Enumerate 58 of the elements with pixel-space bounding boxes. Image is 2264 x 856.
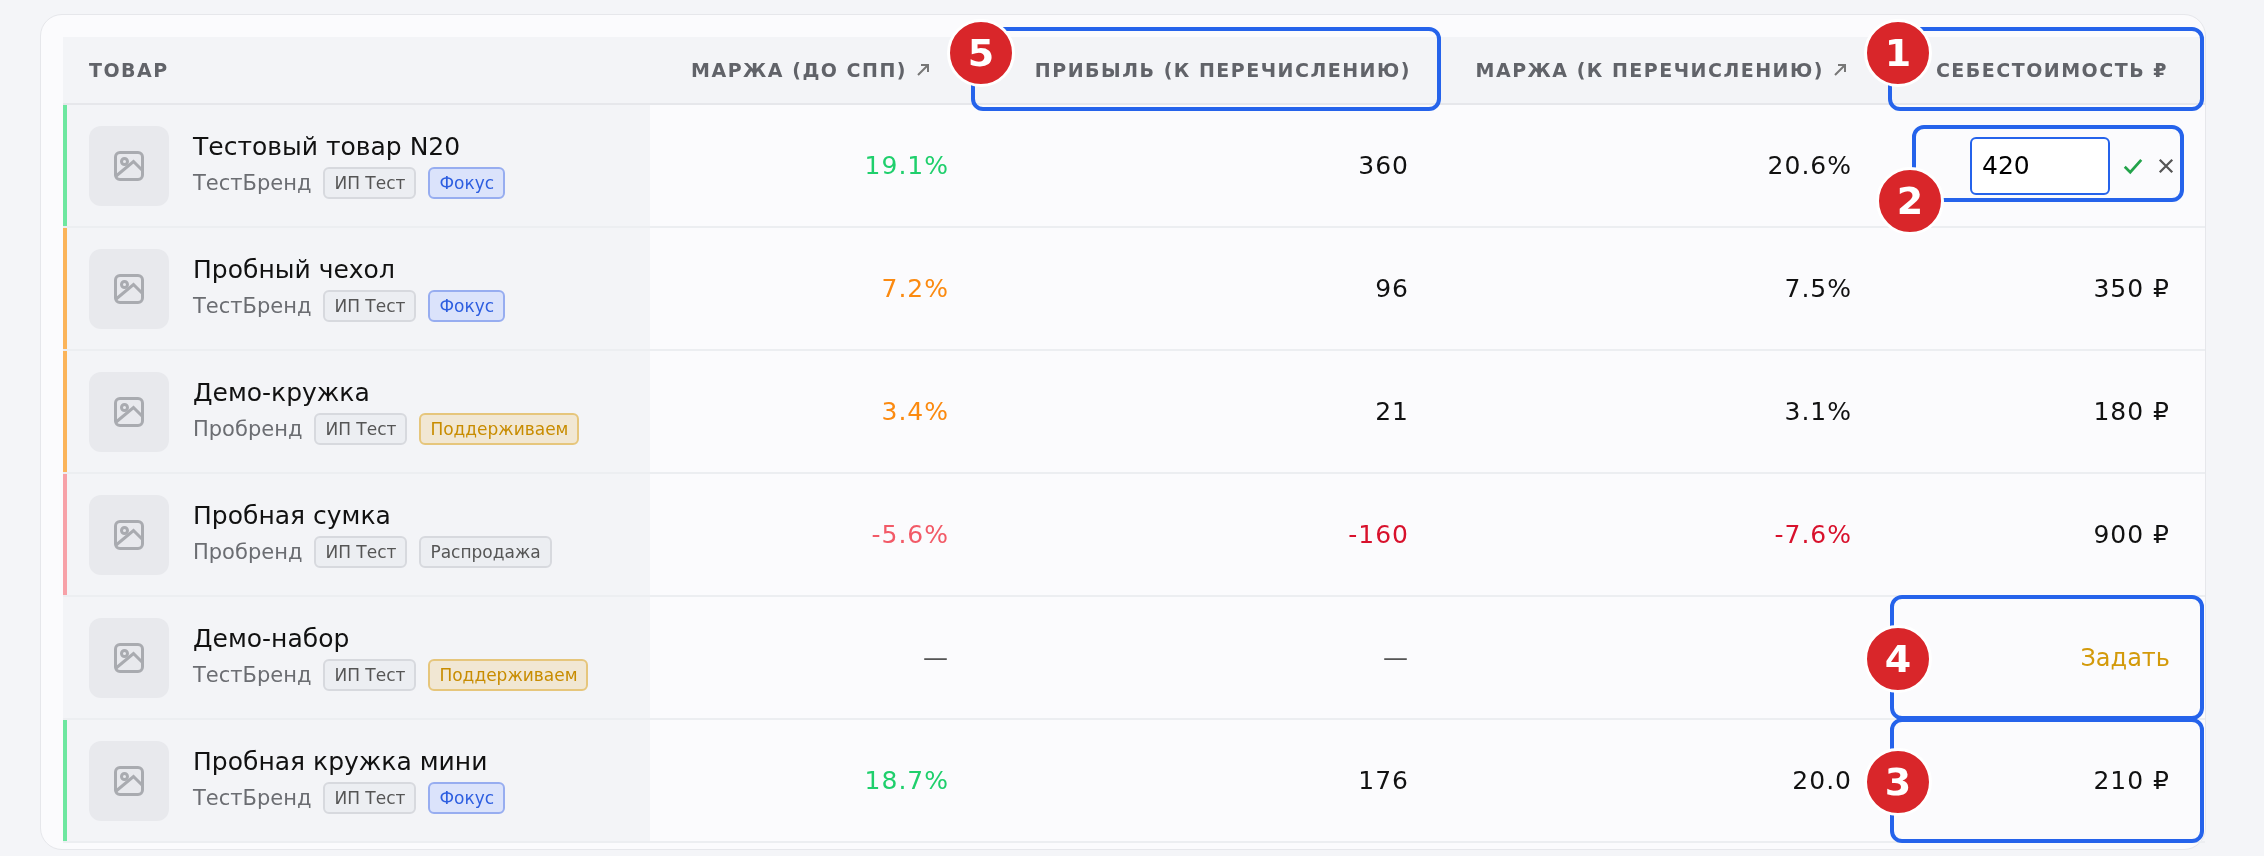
callout-badge: 2 xyxy=(1876,167,1944,235)
table-cell: 96 xyxy=(1375,274,1409,303)
tag: Распродажа xyxy=(419,536,552,568)
table-cell: 20.6% xyxy=(1767,151,1852,180)
brand-label: ТестБренд xyxy=(193,294,312,318)
table-cell: 7.2% xyxy=(881,274,949,303)
table-cell: 180 ₽ xyxy=(2093,397,2170,426)
table-cell: 900 ₽ xyxy=(2093,520,2170,549)
tag: ИП Тест xyxy=(323,659,417,691)
table-cell: 21 xyxy=(1375,397,1409,426)
product-name[interactable]: Пробная сумка xyxy=(193,501,552,530)
column-header[interactable]: ТОВАР xyxy=(89,59,169,81)
sort-icon[interactable] xyxy=(1832,62,1848,78)
table-cell: -160 xyxy=(1348,520,1409,549)
product-name[interactable]: Тестовый товар N20 xyxy=(193,132,506,161)
callout-badge: 3 xyxy=(1864,748,1932,816)
tag: ИП Тест xyxy=(323,167,417,199)
table-cell: 7.5% xyxy=(1784,274,1852,303)
table-cell: 3.1% xyxy=(1784,397,1852,426)
callout-badge: 4 xyxy=(1864,625,1932,693)
tag: ИП Тест xyxy=(323,782,417,814)
product-name[interactable]: Пробная кружка мини xyxy=(193,747,506,776)
table-cell: 360 xyxy=(1358,151,1409,180)
callout-badge: 5 xyxy=(947,19,1015,87)
tag: ИП Тест xyxy=(314,413,408,445)
table-cell: 3.4% xyxy=(881,397,949,426)
product-name[interactable]: Демо-набор xyxy=(193,624,589,653)
table-cell: 350 ₽ xyxy=(2093,274,2170,303)
table-cell: — xyxy=(923,643,949,672)
table-cell: — xyxy=(1383,643,1409,672)
column-header[interactable]: МАРЖА (ДО СПП) xyxy=(691,59,907,81)
brand-label: Пробренд xyxy=(193,540,303,564)
table-cell: 20.0 xyxy=(1792,766,1852,795)
column-header[interactable]: ПРИБЫЛЬ (К ПЕРЕЧИСЛЕНИЮ) xyxy=(1034,59,1411,81)
product-name[interactable]: Демо-кружка xyxy=(193,378,580,407)
brand-label: ТестБренд xyxy=(193,171,312,195)
callout-badge: 1 xyxy=(1864,19,1932,87)
brand-label: ТестБренд xyxy=(193,786,312,810)
sort-icon[interactable] xyxy=(915,62,931,78)
column-header[interactable]: МАРЖА (К ПЕРЕЧИСЛЕНИЮ) xyxy=(1475,59,1824,81)
brand-label: ТестБренд xyxy=(193,663,312,687)
table-cell: -7.6% xyxy=(1774,520,1852,549)
tag: Фокус xyxy=(428,782,506,814)
cost-input[interactable]: 420 xyxy=(1970,136,2110,195)
table-cell: 176 xyxy=(1358,766,1409,795)
brand-label: Пробренд xyxy=(193,417,303,441)
tag: Фокус xyxy=(428,290,506,322)
column-header[interactable]: СЕБЕСТОИМОСТЬ ₽ xyxy=(1935,59,2168,81)
tag: ИП Тест xyxy=(314,536,408,568)
table-cell: -5.6% xyxy=(871,520,949,549)
tag: Поддерживаем xyxy=(428,659,589,691)
product-name[interactable]: Пробный чехол xyxy=(193,255,506,284)
tag: ИП Тест xyxy=(323,290,417,322)
table-cell: 18.7% xyxy=(864,766,949,795)
tag: Поддерживаем xyxy=(419,413,580,445)
table-cell: 19.1% xyxy=(864,151,949,180)
tag: Фокус xyxy=(428,167,506,199)
table-cell: 210 ₽ xyxy=(2093,766,2170,795)
